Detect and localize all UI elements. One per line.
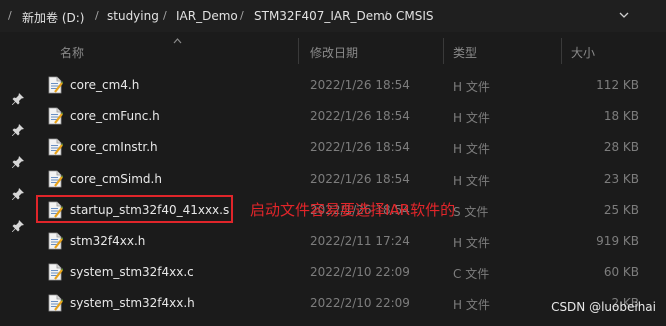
column-header-type[interactable]: 类型 — [453, 44, 477, 61]
file-name[interactable]: core_cmInstr.h — [70, 140, 158, 154]
pin-icon[interactable] — [11, 92, 25, 106]
column-divider[interactable] — [443, 38, 444, 64]
column-header-size[interactable]: 大小 — [571, 44, 595, 61]
file-type: H 文件 — [453, 236, 490, 250]
file-name[interactable]: system_stm32f4xx.c — [70, 265, 194, 279]
file-modified: 2022/1/26 18:54 — [310, 171, 410, 186]
file-size: 23 KB — [603, 171, 639, 186]
file-size: 25 KB — [603, 202, 639, 217]
file-icon — [47, 263, 64, 281]
address-bar[interactable]: / 新加卷 (D:) / studying / IAR_Demo / STM32… — [0, 0, 666, 32]
file-name[interactable]: core_cmSimd.h — [70, 172, 162, 186]
breadcrumb-iar-demo[interactable]: IAR_Demo — [176, 9, 238, 23]
file-modified: 2022/1/26 18:54 — [310, 140, 410, 155]
file-modified: 2022/2/10 22:09 — [310, 265, 410, 280]
chevron-right-icon[interactable]: / — [384, 9, 388, 22]
file-row[interactable]: core_cmFunc.h 2022/1/26 18:54 H 文件 18 KB — [40, 101, 666, 132]
highlight-box — [36, 195, 233, 223]
pin-icon[interactable] — [11, 155, 25, 169]
breadcrumb-stm32-demo[interactable]: STM32F407_IAR_Demo — [254, 9, 392, 23]
breadcrumb-studying[interactable]: studying — [107, 9, 159, 23]
file-modified: 2022/1/26 18:54 — [310, 109, 410, 124]
file-row[interactable]: stm32f4xx.h 2022/2/11 17:24 H 文件 919 KB — [40, 226, 666, 257]
sort-ascending-icon — [173, 36, 182, 47]
file-row[interactable]: core_cmSimd.h 2022/1/26 18:54 H 文件 23 KB — [40, 164, 666, 195]
breadcrumb-cmsis[interactable]: CMSIS — [396, 9, 434, 23]
file-size: 28 KB — [603, 140, 639, 155]
file-type: H 文件 — [453, 111, 490, 126]
file-type: H 文件 — [453, 80, 490, 94]
chevron-right-icon[interactable]: / — [95, 9, 99, 22]
file-type: S 文件 — [453, 204, 489, 219]
pin-icon[interactable] — [11, 123, 25, 137]
pin-icon[interactable] — [11, 187, 25, 201]
pin-icon[interactable] — [11, 219, 25, 233]
file-row[interactable]: core_cm4.h 2022/1/26 18:54 H 文件 112 KB — [40, 70, 666, 101]
watermark: CSDN @luobeihai — [551, 300, 656, 314]
file-modified: 2022/2/11 17:24 — [310, 234, 410, 248]
column-divider[interactable] — [561, 38, 562, 64]
file-name[interactable]: core_cmFunc.h — [70, 109, 160, 123]
file-type: H 文件 — [453, 298, 490, 313]
file-icon — [47, 138, 64, 156]
file-type: H 文件 — [453, 142, 490, 157]
file-icon — [47, 294, 64, 312]
file-icon — [47, 170, 64, 188]
column-header-name[interactable]: 名称 — [60, 44, 84, 61]
file-modified: 2022/1/26 18:54 — [310, 78, 410, 92]
column-divider[interactable] — [298, 38, 299, 64]
breadcrumb-drive[interactable]: 新加卷 (D:) — [22, 9, 84, 26]
file-name[interactable]: system_stm32f4xx.h — [70, 296, 195, 310]
chevron-down-icon[interactable] — [618, 9, 630, 24]
file-icon — [47, 76, 64, 94]
file-size: 18 KB — [603, 109, 639, 124]
file-type: H 文件 — [453, 173, 490, 188]
file-name[interactable]: core_cm4.h — [70, 78, 139, 92]
column-header-modified[interactable]: 修改日期 — [310, 44, 358, 61]
file-type: C 文件 — [453, 267, 490, 282]
file-row[interactable]: core_cmInstr.h 2022/1/26 18:54 H 文件 28 KB — [40, 132, 666, 163]
annotation-text: 启动文件容易要选择IAR软件的 — [250, 201, 456, 219]
file-modified: 2022/2/10 22:09 — [310, 296, 410, 311]
chevron-right-icon[interactable]: / — [240, 9, 244, 22]
file-size: 60 KB — [603, 265, 639, 280]
chevron-right-icon[interactable]: / — [8, 9, 12, 22]
file-name[interactable]: stm32f4xx.h — [70, 234, 145, 248]
file-row[interactable]: system_stm32f4xx.c 2022/2/10 22:09 C 文件 60 … — [40, 257, 666, 288]
chevron-right-icon[interactable]: / — [163, 9, 167, 22]
column-header-row: 名称 修改日期 类型 大小 — [0, 36, 666, 66]
file-size: 112 KB — [596, 78, 639, 92]
file-icon — [47, 107, 64, 125]
file-icon — [47, 232, 64, 250]
file-size: 919 KB — [596, 234, 639, 248]
